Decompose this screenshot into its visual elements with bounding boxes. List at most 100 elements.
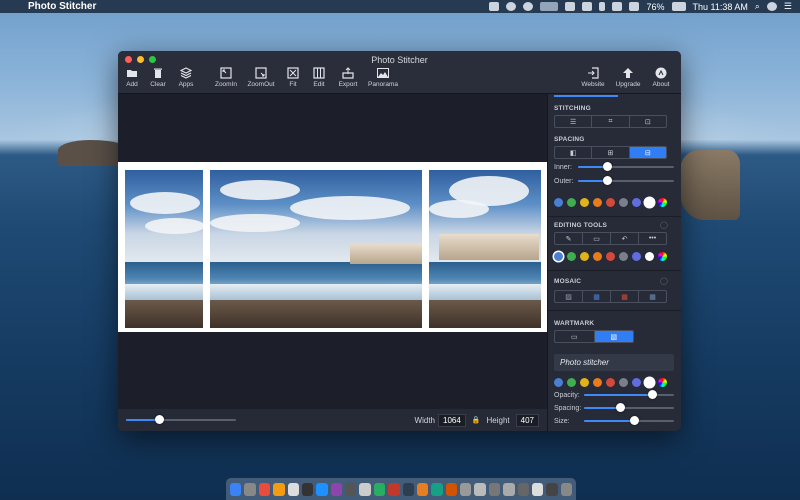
spacing-frame-icon[interactable]: ⊟ (629, 147, 666, 158)
clock[interactable]: Thu 11:38 AM (693, 2, 748, 12)
info-icon[interactable]: ◯ (660, 221, 668, 229)
inner-slider[interactable] (578, 162, 674, 172)
crop-icon[interactable]: ⌗ (592, 116, 630, 127)
zoom-in-button[interactable]: ZoomIn (209, 67, 243, 88)
color-swatch[interactable] (645, 252, 654, 261)
dock-app-icon[interactable] (345, 482, 357, 496)
spacing-grid-icon[interactable]: ⊞ (592, 147, 630, 158)
dock-app-icon[interactable] (431, 482, 443, 496)
dock-app-icon[interactable] (488, 482, 501, 496)
height-field[interactable]: 407 (515, 413, 539, 427)
color-picker-icon[interactable] (658, 198, 667, 207)
watermark-text-field[interactable]: Photo stitcher (554, 354, 674, 371)
color-swatch[interactable] (606, 378, 615, 387)
panorama-button[interactable]: Panorama (366, 67, 400, 88)
width-field[interactable]: 1064 (438, 413, 466, 427)
dock-app-icon[interactable] (301, 482, 314, 496)
color-swatch[interactable] (593, 198, 602, 207)
photo-2[interactable] (210, 170, 422, 328)
color-swatch[interactable] (554, 252, 563, 261)
zoom-slider[interactable] (126, 415, 236, 425)
activity-icon[interactable] (540, 2, 559, 11)
dock-app-icon[interactable] (373, 482, 386, 496)
mosaic-red-icon[interactable]: ▦ (611, 291, 639, 302)
color-swatch[interactable] (567, 252, 576, 261)
more-icon[interactable]: ••• (639, 233, 666, 244)
export-button[interactable]: Export (331, 67, 365, 88)
upgrade-button[interactable]: Upgrade (611, 67, 645, 88)
mosaic-blue-icon[interactable]: ▦ (583, 291, 611, 302)
search-icon[interactable]: ⌕ (755, 1, 760, 12)
dock-app-icon[interactable] (503, 482, 515, 496)
color-swatch[interactable] (580, 198, 589, 207)
tools-icon[interactable] (523, 2, 534, 11)
screen-icon[interactable] (489, 2, 500, 11)
dock-app-icon[interactable] (460, 482, 472, 496)
color-swatch[interactable] (632, 252, 641, 261)
apps-button[interactable]: Apps (169, 67, 203, 88)
dock-app-icon[interactable] (273, 482, 285, 496)
color-swatch[interactable] (619, 252, 628, 261)
mosaic-blur-icon[interactable]: ▦ (639, 291, 666, 302)
color-swatch[interactable] (619, 198, 628, 207)
mosaic-hatch-icon[interactable]: ▨ (555, 291, 583, 302)
dock-app-icon[interactable] (531, 482, 544, 496)
dock-app-icon[interactable] (388, 482, 400, 496)
size-slider[interactable] (584, 416, 674, 426)
watermark-text-icon[interactable]: ▭ (555, 331, 595, 342)
website-button[interactable]: Website (576, 67, 610, 88)
wechat-icon[interactable] (506, 2, 517, 11)
dock-app-icon[interactable] (359, 482, 371, 496)
dock-app-icon[interactable] (230, 482, 242, 496)
dock-app-icon[interactable] (258, 482, 271, 496)
rectangle-icon[interactable]: ▭ (583, 233, 611, 244)
color-swatch[interactable] (632, 378, 641, 387)
stitch-horizontal-icon[interactable]: ☰ (555, 116, 593, 127)
battery-icon[interactable] (671, 2, 686, 11)
watermark-tiled-icon[interactable]: ▧ (594, 331, 633, 342)
dock-app-icon[interactable] (517, 482, 529, 496)
mosaic-reset-icon[interactable]: ◯ (660, 277, 668, 285)
color-swatch[interactable] (645, 198, 654, 207)
outer-slider[interactable] (578, 176, 674, 186)
cloud-icon[interactable] (565, 2, 576, 11)
photo-1[interactable] (125, 170, 203, 328)
dock-app-icon[interactable] (244, 482, 256, 496)
zoom-out-button[interactable]: ZoomOut (244, 67, 278, 88)
color-swatch[interactable] (580, 378, 589, 387)
color-swatch[interactable] (593, 252, 602, 261)
color-swatch[interactable] (632, 198, 641, 207)
about-button[interactable]: About (644, 67, 678, 88)
display-icon[interactable] (582, 2, 593, 11)
color-swatch[interactable] (606, 198, 615, 207)
dock-app-icon[interactable] (416, 482, 429, 496)
volume-icon[interactable] (629, 2, 640, 11)
dock-app-icon[interactable] (287, 482, 299, 496)
color-swatch[interactable] (554, 198, 563, 207)
color-swatch[interactable] (606, 252, 615, 261)
color-picker-icon[interactable] (658, 252, 667, 261)
stitched-image[interactable] (118, 162, 547, 332)
color-swatch[interactable] (580, 252, 589, 261)
dock-app-icon[interactable] (474, 482, 486, 496)
color-picker-icon[interactable] (658, 378, 667, 387)
user-icon[interactable] (766, 2, 777, 11)
color-swatch[interactable] (567, 378, 576, 387)
bluetooth-icon[interactable] (599, 2, 606, 11)
menu-icon[interactable]: ☰ (784, 1, 792, 12)
crop-alt-icon[interactable]: ⊡ (630, 116, 666, 127)
menubar-app-name[interactable]: Photo Stitcher (28, 1, 96, 12)
dock-app-icon[interactable] (546, 482, 558, 496)
color-swatch[interactable] (645, 378, 654, 387)
photo-3[interactable] (429, 170, 541, 328)
dock-app-icon[interactable] (316, 482, 328, 496)
color-swatch[interactable] (567, 198, 576, 207)
wifi-icon[interactable] (612, 2, 623, 11)
watermark-spacing-slider[interactable] (584, 403, 674, 413)
color-swatch[interactable] (554, 378, 563, 387)
dock-app-icon[interactable] (445, 482, 457, 496)
opacity-slider[interactable] (584, 390, 674, 400)
color-swatch[interactable] (593, 378, 602, 387)
color-swatch[interactable] (619, 378, 628, 387)
dock-app-icon[interactable] (402, 482, 414, 496)
